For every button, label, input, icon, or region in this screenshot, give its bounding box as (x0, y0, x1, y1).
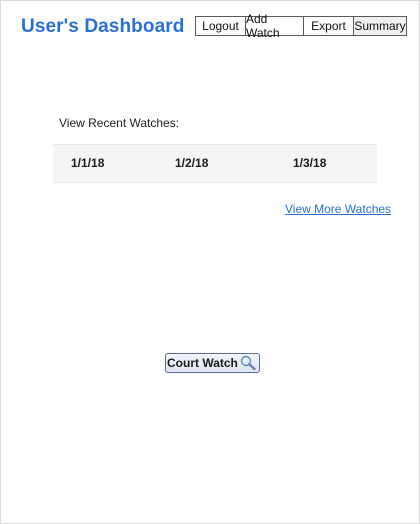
export-button[interactable]: Export (304, 17, 354, 35)
court-watch-label: Court Watch (167, 356, 238, 370)
magnifier-icon (239, 355, 257, 371)
dashboard-page: User's Dashboard Logout Add Watch Export… (0, 0, 420, 524)
top-nav: Logout Add Watch Export Summary (195, 12, 407, 40)
recent-watches-row: 1/1/18 1/2/18 1/3/18 (53, 144, 377, 183)
add-watch-button[interactable]: Add Watch (246, 12, 304, 40)
recent-watch-date[interactable]: 1/3/18 (293, 156, 326, 170)
recent-watches-label: View Recent Watches: (59, 116, 180, 130)
logout-button[interactable]: Logout (196, 17, 246, 35)
court-watch-button[interactable]: Court Watch (165, 353, 260, 373)
view-more-watches-link[interactable]: View More Watches (285, 202, 391, 216)
recent-watch-date[interactable]: 1/2/18 (175, 156, 208, 170)
summary-button[interactable]: Summary (354, 17, 406, 35)
recent-watch-date[interactable]: 1/1/18 (71, 156, 104, 170)
page-title: User's Dashboard (21, 16, 185, 37)
